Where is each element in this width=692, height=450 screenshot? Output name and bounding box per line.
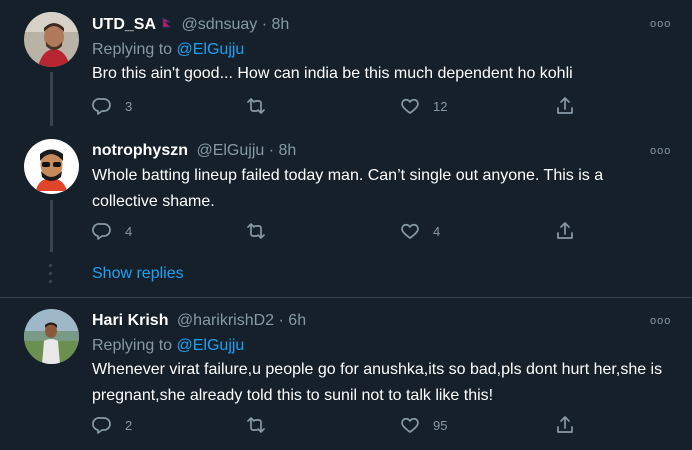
reply-count: 4 xyxy=(125,223,133,239)
divider xyxy=(0,297,692,298)
like-count: 4 xyxy=(433,223,441,239)
mention-link[interactable]: @ElGujju xyxy=(177,337,245,354)
like-icon xyxy=(401,223,419,239)
like-button[interactable]: 95 xyxy=(400,415,447,435)
like-button[interactable]: 4 xyxy=(400,221,440,241)
timestamp[interactable]: 8h xyxy=(279,142,297,159)
tweet-text: Bro this ain't good... How can india be … xyxy=(92,65,573,82)
mention-link[interactable]: @ElGujju xyxy=(177,41,245,58)
tweet-text: Whenever virat failure,u people go for a… xyxy=(92,361,663,404)
more-icon[interactable]: ooo xyxy=(650,19,670,30)
retweet-icon xyxy=(247,417,265,433)
handle[interactable]: @harikrishD2 xyxy=(177,312,274,329)
share-icon xyxy=(557,97,573,114)
like-icon xyxy=(401,417,419,433)
tweet-header: UTD_SA @sdnsuay · 8h xyxy=(92,14,289,35)
reply-count: 2 xyxy=(125,417,133,433)
more-icon[interactable]: ooo xyxy=(650,316,670,327)
handle[interactable]: @sdnsuay xyxy=(181,16,257,33)
separator: · xyxy=(264,142,279,159)
like-icon xyxy=(401,98,419,114)
avatar[interactable] xyxy=(24,309,79,364)
retweet-icon xyxy=(247,98,265,114)
tweet-header: Hari Krish @harikrishD2 · 6h xyxy=(92,311,306,331)
tweet-text: Whole batting lineup failed today man. C… xyxy=(92,167,604,210)
thread-dots xyxy=(49,264,53,288)
replying-to: Replying to @ElGujju xyxy=(92,336,244,356)
retweet-button[interactable] xyxy=(246,415,279,435)
reply-button[interactable]: 2 xyxy=(92,415,132,435)
timestamp[interactable]: 6h xyxy=(288,312,306,329)
display-name[interactable]: Hari Krish xyxy=(92,312,168,329)
separator: · xyxy=(257,16,272,33)
share-icon xyxy=(557,222,573,239)
retweet-icon xyxy=(247,223,265,239)
retweet-button[interactable] xyxy=(246,96,279,116)
like-button[interactable]: 12 xyxy=(400,96,447,116)
thread-line xyxy=(50,200,53,252)
separator: · xyxy=(274,312,289,329)
reply-icon xyxy=(92,98,111,115)
share-button[interactable] xyxy=(555,415,575,435)
avatar[interactable] xyxy=(24,139,79,194)
reply-icon xyxy=(92,223,111,240)
show-replies-link[interactable]: Show replies xyxy=(92,265,184,283)
like-count: 95 xyxy=(433,417,448,433)
timestamp[interactable]: 8h xyxy=(272,16,290,33)
share-icon xyxy=(557,416,573,433)
avatar[interactable] xyxy=(24,12,79,67)
replying-to: Replying to @ElGujju xyxy=(92,40,244,60)
reply-button[interactable]: 3 xyxy=(92,96,132,116)
share-button[interactable] xyxy=(555,96,575,116)
handle[interactable]: @ElGujju xyxy=(196,142,264,159)
flag-icon xyxy=(162,14,172,34)
tweet-header: notrophyszn @ElGujju · 8h xyxy=(92,141,296,161)
reply-count: 3 xyxy=(125,98,133,114)
reply-button[interactable]: 4 xyxy=(92,221,132,241)
replying-prefix: Replying to xyxy=(92,337,177,354)
like-count: 12 xyxy=(433,98,448,114)
more-icon[interactable]: ooo xyxy=(650,146,670,157)
display-name[interactable]: notrophyszn xyxy=(92,142,188,159)
share-button[interactable] xyxy=(555,221,575,241)
display-name[interactable]: UTD_SA xyxy=(92,16,156,33)
thread-line xyxy=(50,72,53,126)
replying-prefix: Replying to xyxy=(92,41,177,58)
retweet-button[interactable] xyxy=(246,221,279,241)
reply-icon xyxy=(92,417,111,434)
